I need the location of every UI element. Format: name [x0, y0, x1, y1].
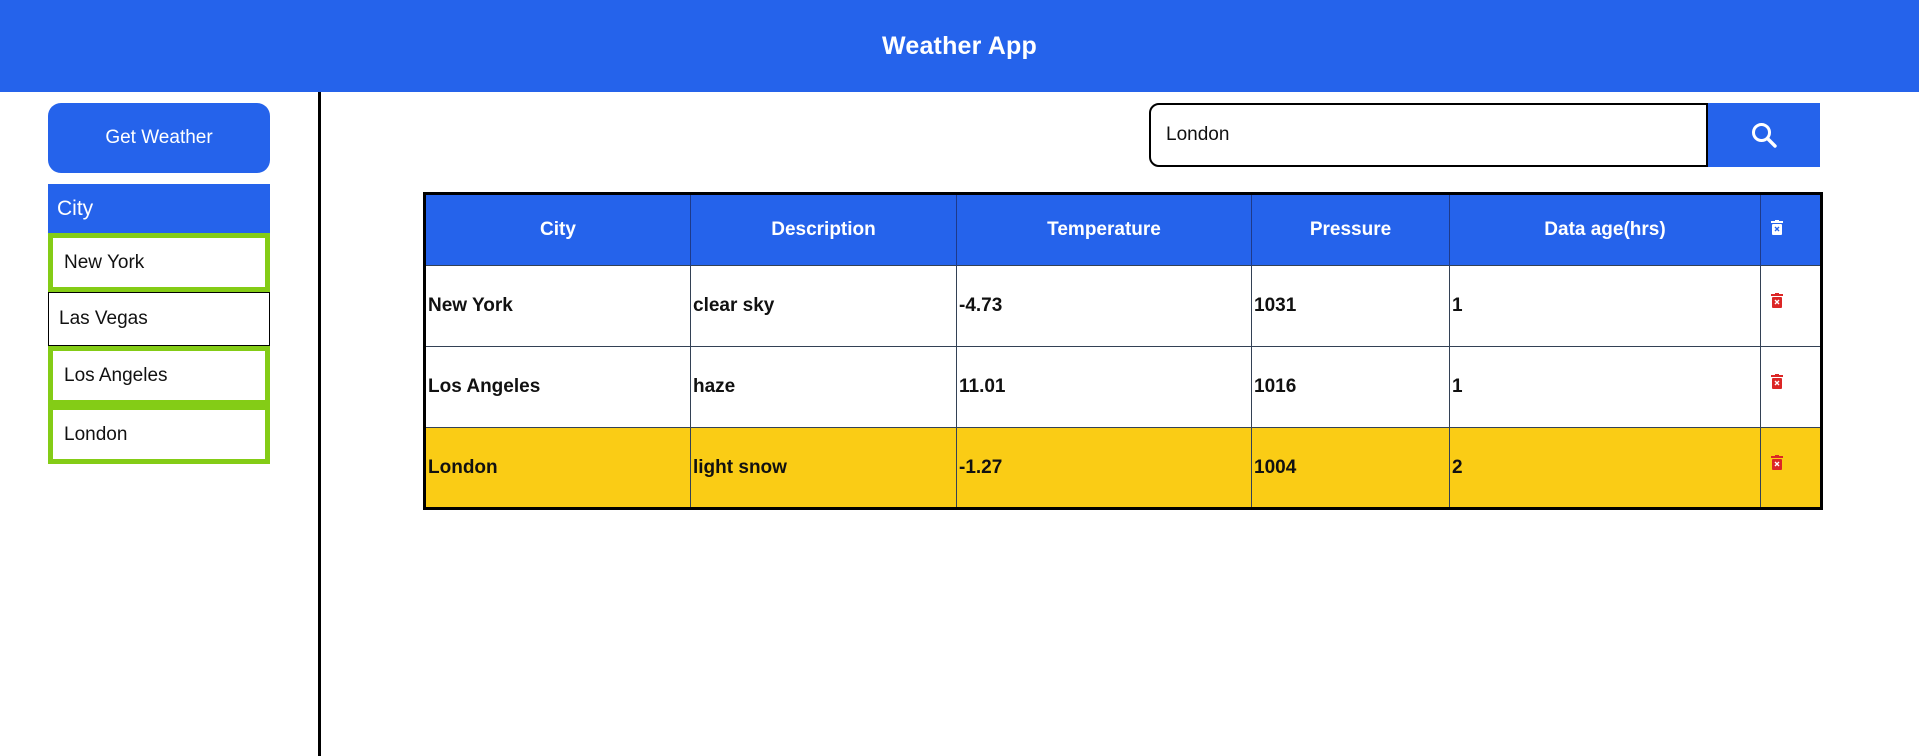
column-header-city: City: [424, 193, 691, 266]
table-row-highlighted: London light snow -1.27 1004 2: [424, 427, 1822, 509]
city-item-london[interactable]: London: [48, 405, 270, 464]
cell-data-age: 1: [1449, 346, 1761, 428]
cell-city: Los Angeles: [424, 346, 691, 428]
column-header-temperature: Temperature: [956, 193, 1252, 266]
column-header-description: Description: [690, 193, 957, 266]
column-header-data-age: Data age(hrs): [1449, 193, 1761, 266]
cell-description: haze: [690, 346, 957, 428]
cell-pressure: 1004: [1251, 427, 1450, 509]
cell-temperature: -1.27: [956, 427, 1252, 509]
trash-icon[interactable]: [1771, 220, 1783, 235]
city-item-los-angeles[interactable]: Los Angeles: [48, 346, 270, 405]
search-bar: [1149, 103, 1820, 167]
cell-temperature: -4.73: [956, 265, 1252, 347]
delete-row-icon[interactable]: [1771, 293, 1783, 308]
cell-delete: [1760, 427, 1822, 509]
cell-data-age: 1: [1449, 265, 1761, 347]
city-list-header: City: [48, 184, 270, 233]
get-weather-button[interactable]: Get Weather: [48, 103, 270, 173]
weather-table: City Description Temperature Pressure Da…: [423, 192, 1823, 510]
sidebar-divider: [318, 92, 321, 756]
cell-delete: [1760, 346, 1822, 428]
cell-temperature: 11.01: [956, 346, 1252, 428]
sidebar: Get Weather City New York Las Vegas Los …: [0, 92, 318, 756]
cell-delete: [1760, 265, 1822, 347]
delete-row-icon[interactable]: [1771, 374, 1783, 389]
table-row: Los Angeles haze 11.01 1016 1: [424, 346, 1822, 428]
column-header-pressure: Pressure: [1251, 193, 1450, 266]
delete-row-icon[interactable]: [1771, 455, 1783, 470]
table-row: New York clear sky -4.73 1031 1: [424, 265, 1822, 347]
cell-city: London: [424, 427, 691, 509]
app-header: Weather App: [0, 0, 1919, 92]
column-header-delete: [1760, 193, 1822, 266]
cell-city: New York: [424, 265, 691, 347]
cell-pressure: 1016: [1251, 346, 1450, 428]
city-item-las-vegas[interactable]: Las Vegas: [48, 292, 270, 346]
city-item-new-york[interactable]: New York: [48, 233, 270, 292]
search-icon: [1752, 123, 1777, 148]
app-title: Weather App: [882, 31, 1037, 60]
cell-description: clear sky: [690, 265, 957, 347]
cell-description: light snow: [690, 427, 957, 509]
cell-data-age: 2: [1449, 427, 1761, 509]
cell-pressure: 1031: [1251, 265, 1450, 347]
city-list: City New York Las Vegas Los Angeles Lond…: [48, 184, 270, 464]
search-input[interactable]: [1149, 103, 1708, 167]
search-button[interactable]: [1708, 103, 1820, 167]
table-header-row: City Description Temperature Pressure Da…: [424, 193, 1822, 266]
